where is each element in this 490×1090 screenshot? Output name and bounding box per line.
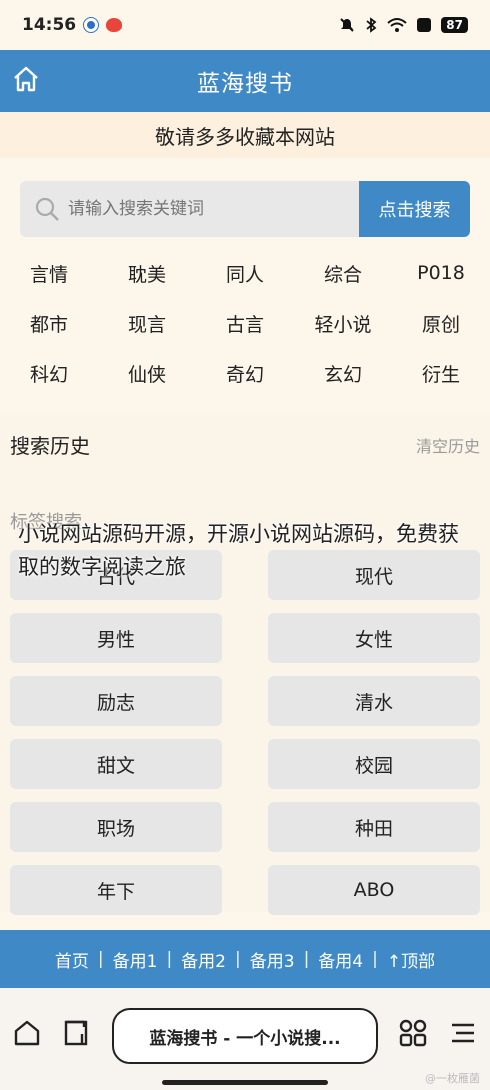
category-link[interactable]: 奇幻 xyxy=(196,360,294,387)
footer-separator: | xyxy=(97,949,104,969)
overlay-caption: 小说网站源码开源，开源小说网站源码，免费获取的数字阅读之旅 xyxy=(18,522,459,579)
bluetooth-icon xyxy=(366,17,377,33)
category-link[interactable]: 玄幻 xyxy=(294,360,392,387)
footer-separator: | xyxy=(166,949,173,969)
footer-separator: | xyxy=(235,949,241,969)
footer-separator: | xyxy=(303,949,310,969)
tag-button[interactable]: 励志 xyxy=(10,676,222,726)
category-link[interactable]: 衍生 xyxy=(392,360,490,387)
site-header: 蓝海搜书 xyxy=(0,50,490,112)
search-icon xyxy=(35,197,59,221)
tag-button[interactable]: 清水 xyxy=(268,676,480,726)
tag-button[interactable]: ABO xyxy=(268,865,480,915)
footer-link-top[interactable]: ↑顶部 xyxy=(387,947,435,972)
weibo-notification-icon xyxy=(106,18,123,32)
search-field[interactable] xyxy=(20,181,359,237)
tag-button[interactable]: 甜文 xyxy=(10,739,222,789)
battery-indicator: 87 xyxy=(441,17,468,33)
tag-button[interactable]: 校园 xyxy=(268,739,480,789)
category-link[interactable]: 言情 xyxy=(0,260,98,287)
tag-button[interactable]: 职场 xyxy=(10,802,222,852)
category-link[interactable]: 古言 xyxy=(196,310,294,337)
app-notification-icon xyxy=(84,18,99,32)
footer-link-backup-2[interactable]: 备用2 xyxy=(181,947,226,972)
search-section: 搜索历史 清空历史 标签搜索 古代 现代 男性 女性 励志 清水 甜文 校园 职… xyxy=(0,412,490,915)
footer-link-backup-1[interactable]: 备用1 xyxy=(113,947,158,972)
footer-separator: | xyxy=(372,949,378,969)
footer-link-home[interactable]: 首页 xyxy=(55,947,89,972)
notice-banner: 敬请多多收藏本网站 xyxy=(0,112,490,158)
history-title: 搜索历史 xyxy=(10,434,90,458)
category-link[interactable]: 同人 xyxy=(196,260,294,287)
search-input[interactable] xyxy=(68,199,328,219)
clear-history-link[interactable]: 清空历史 xyxy=(416,433,480,457)
status-bar: 14:56 87 xyxy=(0,0,490,50)
site-title: 蓝海搜书 xyxy=(197,71,293,97)
browser-toolbar: 蓝海搜书 - 一个小说搜... xyxy=(0,988,490,1090)
menu-icon[interactable] xyxy=(448,1018,478,1048)
category-link[interactable]: 综合 xyxy=(294,260,392,287)
sim-icon xyxy=(417,18,432,32)
home-icon[interactable] xyxy=(12,65,40,93)
watermark: @一枚雁菌 xyxy=(425,1072,480,1085)
tag-button[interactable]: 男性 xyxy=(10,613,222,663)
footer-link-backup-3[interactable]: 备用3 xyxy=(250,947,295,972)
browser-home-icon[interactable] xyxy=(12,1018,42,1048)
footer-nav: 首页 | 备用1 | 备用2 | 备用3 | 备用4 | ↑顶部 xyxy=(0,930,490,988)
tag-grid: 古代 现代 男性 女性 励志 清水 甜文 校园 职场 种田 年下 ABO xyxy=(10,550,480,915)
tag-button[interactable]: 女性 xyxy=(268,613,480,663)
category-link[interactable]: 科幻 xyxy=(0,360,98,387)
category-link[interactable]: 现言 xyxy=(98,310,196,337)
url-bar[interactable]: 蓝海搜书 - 一个小说搜... xyxy=(112,1008,378,1064)
category-grid: 言情 耽美 同人 综合 P018 都市 现言 古言 轻小说 原创 科幻 仙侠 奇… xyxy=(0,248,490,398)
home-indicator[interactable] xyxy=(162,1080,328,1085)
category-link[interactable]: 原创 xyxy=(392,310,490,337)
category-link[interactable]: P018 xyxy=(392,262,490,284)
footer-link-backup-4[interactable]: 备用4 xyxy=(318,947,363,972)
grid-menu-icon[interactable] xyxy=(398,1018,428,1048)
tabs-icon[interactable] xyxy=(62,1018,92,1048)
mute-icon xyxy=(340,18,355,32)
status-time: 14:56 xyxy=(22,15,77,35)
tag-button[interactable]: 种田 xyxy=(268,802,480,852)
category-link[interactable]: 轻小说 xyxy=(294,310,392,337)
category-link[interactable]: 都市 xyxy=(0,310,98,337)
category-link[interactable]: 仙侠 xyxy=(98,360,196,387)
tag-button[interactable]: 年下 xyxy=(10,865,222,915)
search-button[interactable]: 点击搜索 xyxy=(359,181,470,237)
search-bar: 点击搜索 xyxy=(20,181,470,237)
wifi-icon xyxy=(387,18,407,32)
category-link[interactable]: 耽美 xyxy=(98,260,196,287)
